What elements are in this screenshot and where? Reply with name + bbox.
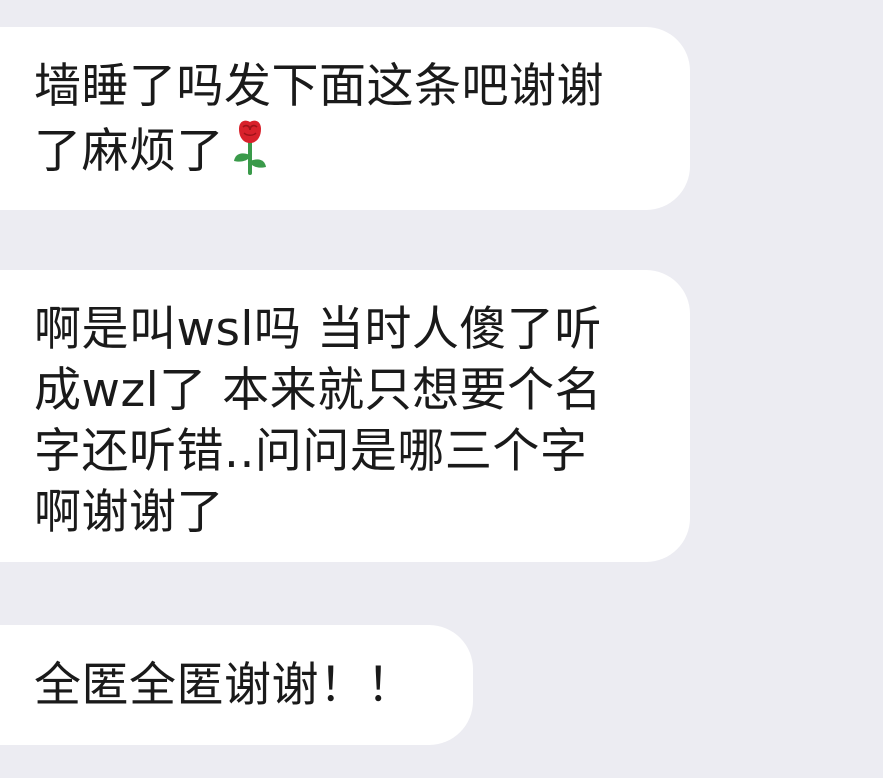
message-bubble[interactable]: 全匿全匿谢谢！！ [0,625,473,745]
message-bubble[interactable]: 啊是叫wsl吗 当时人傻了听 成wzl了 本来就只想要个名 字还听错..问问是哪… [0,270,690,562]
message-line: 成wzl了 本来就只想要个名 [34,363,603,418]
chat-screen: 墙睡了吗发下面这条吧谢谢 了麻烦了 啊是叫wsl吗 当时人傻了听 成wzl了 本… [0,0,883,778]
message-line-text: 了麻烦了 [34,124,224,179]
message-line: 墙睡了吗发下面这条吧谢谢 [34,59,604,114]
message-line-with-icon: 了麻烦了 [34,117,690,182]
message-line: 字还听错..问问是哪三个字 [34,424,588,479]
rose-icon [230,117,270,175]
message-line: 全匿全匿谢谢！！ [34,658,414,713]
message-line: 啊是叫wsl吗 当时人傻了听 [34,302,602,357]
message-line: 啊谢谢了 [34,485,224,540]
message-bubble[interactable]: 墙睡了吗发下面这条吧谢谢 了麻烦了 [0,27,690,210]
